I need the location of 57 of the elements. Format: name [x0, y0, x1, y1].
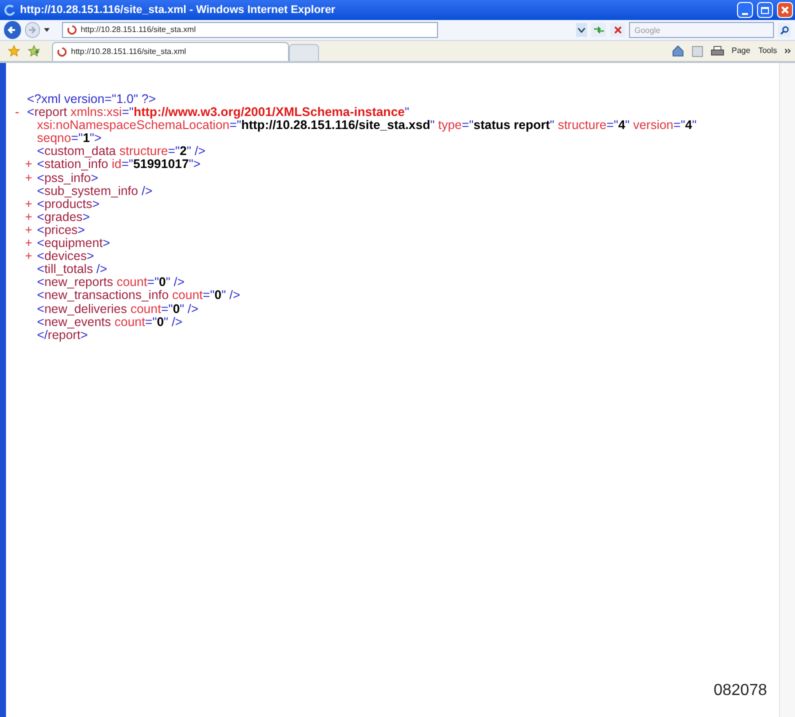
- maximize-button[interactable]: [757, 2, 773, 18]
- xml-line: <till_totals />: [37, 263, 108, 276]
- page-icon: [57, 47, 67, 57]
- back-button[interactable]: [4, 21, 21, 39]
- toggle-icon[interactable]: +: [25, 158, 37, 172]
- toggle-icon[interactable]: -: [15, 106, 27, 120]
- xml-line: <pss_info>: [37, 172, 98, 185]
- search-field[interactable]: Google: [629, 22, 774, 38]
- toggle-icon[interactable]: +: [25, 224, 37, 238]
- xml-line: xsi:noNamespaceSchemaLocation="http://10.28.151.116/site_sta.xsd" type="status report" structure="4" version="4": [37, 119, 697, 132]
- tools-menu-button[interactable]: Tools: [758, 45, 777, 57]
- close-button[interactable]: [777, 2, 793, 18]
- xml-line: <custom_data structure="2" />: [37, 145, 206, 158]
- close-icon: [781, 6, 789, 14]
- add-favorite-icon[interactable]: [28, 45, 40, 57]
- print-icon[interactable]: [710, 46, 724, 56]
- xml-line: <new_deliveries count="0" />: [37, 302, 198, 316]
- stop-icon: [614, 26, 622, 34]
- toggle-icon[interactable]: +: [25, 198, 37, 211]
- xml-line: <products>: [37, 198, 100, 211]
- dropdown-arrow-icon[interactable]: [44, 28, 50, 32]
- xml-line: <sub_system_info />: [37, 184, 152, 198]
- chevron-icon[interactable]: [785, 48, 791, 54]
- xml-line: <new_events count="0" />: [37, 316, 182, 329]
- browser-tab[interactable]: http://10.28.151.116/site_sta.xml: [52, 42, 289, 61]
- xml-line: </report>: [36, 328, 88, 342]
- toggle-icon[interactable]: +: [25, 237, 37, 250]
- minimize-button[interactable]: [737, 2, 753, 18]
- chevron-down-icon: [578, 28, 586, 32]
- toggle-icon[interactable]: +: [25, 172, 37, 185]
- xml-line: <devices>: [37, 250, 94, 264]
- xml-line: <station_info id="51991017">: [37, 158, 201, 172]
- search-icon: [780, 26, 789, 34]
- xml-line: <grades>: [37, 210, 90, 224]
- stop-button[interactable]: [610, 23, 626, 37]
- window-title: http://10.28.151.116/site_sta.xml - Windows Internet Explorer: [20, 2, 336, 18]
- toggle-icon[interactable]: +: [25, 250, 37, 264]
- xml-line: seqno="1">: [36, 132, 102, 146]
- search-button[interactable]: [778, 23, 791, 37]
- xml-line: <report xmlns:xsi="http://www.w3.org/2001/XMLSchema-instance": [27, 106, 410, 120]
- xml-line: <equipment>: [37, 237, 110, 250]
- address-field[interactable]: http://10.28.151.116/site_sta.xml: [62, 22, 438, 38]
- xml-line: <prices>: [37, 224, 85, 237]
- browser-logo-icon: [4, 4, 16, 16]
- page-menu-button[interactable]: Page: [732, 45, 750, 57]
- figure-number: 082078: [714, 681, 767, 701]
- xml-line: <new_transactions_info count="0" />: [37, 289, 240, 302]
- refresh-icon: [592, 26, 605, 34]
- xml-line: <?xml version="1.0" ?>: [27, 93, 156, 106]
- address-dropdown-button[interactable]: [576, 23, 588, 37]
- page-icon: [66, 25, 77, 35]
- xml-line: <new_reports count="0" />: [37, 276, 185, 290]
- right-arrow-icon: [28, 26, 36, 34]
- star-icon[interactable]: [8, 45, 20, 57]
- home-icon[interactable]: [672, 45, 684, 57]
- toggle-icon[interactable]: +: [25, 210, 37, 224]
- left-arrow-icon: [7, 25, 18, 35]
